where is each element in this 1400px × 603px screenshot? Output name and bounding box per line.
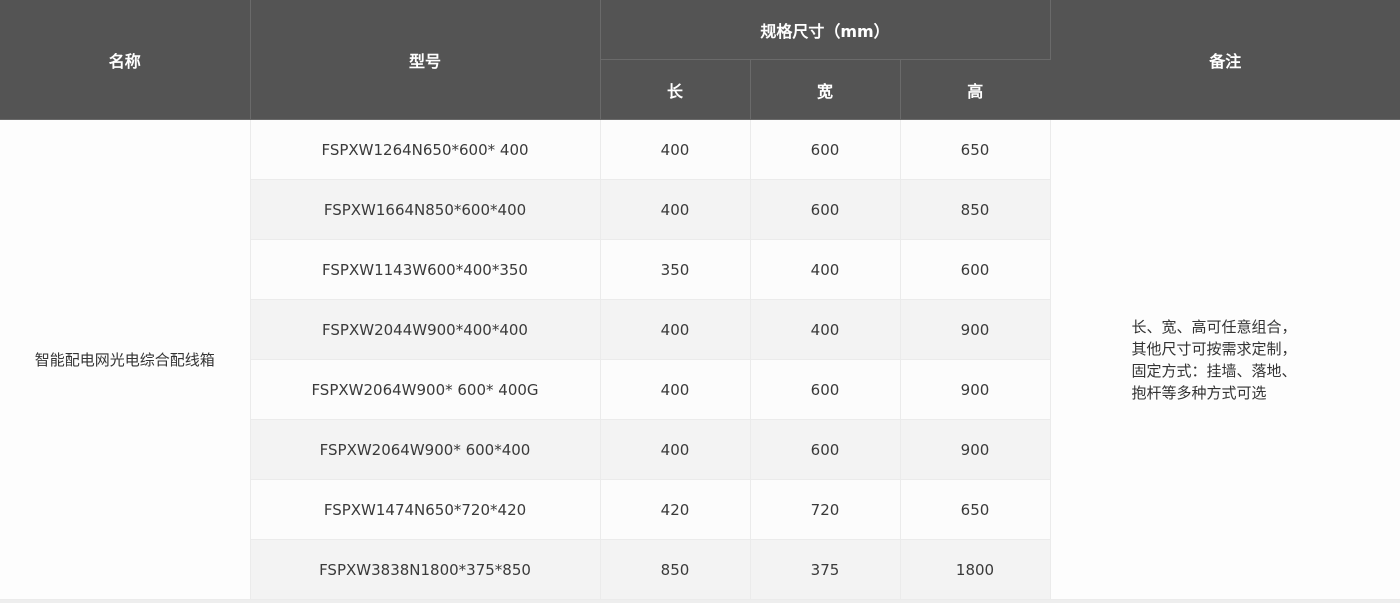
height-cell: 650 [900, 479, 1051, 540]
remark-line: 固定方式：挂墙、落地、 [1131, 361, 1297, 380]
height-cell: 900 [900, 359, 1051, 420]
width-cell: 375 [750, 539, 901, 600]
model-cell: FSPXW1143W600*400*350 [250, 239, 601, 300]
header-width: 宽 [750, 59, 901, 120]
height-cell: 900 [900, 419, 1051, 480]
width-cell: 600 [750, 419, 901, 480]
spec-table: 名称 型号 规格尺寸（mm） 备注 长 宽 高 智能配电网光电综合配线箱 FSP… [0, 0, 1400, 600]
remark-cell: 长、宽、高可任意组合， 其他尺寸可按需求定制， 固定方式：挂墙、落地、 抱杆等多… [1050, 119, 1400, 600]
height-cell: 650 [900, 119, 1051, 180]
header-length: 长 [600, 59, 751, 120]
header-spec: 规格尺寸（mm） [600, 0, 1051, 60]
length-cell: 400 [600, 299, 751, 360]
height-cell: 600 [900, 239, 1051, 300]
remark-text: 长、宽、高可任意组合， 其他尺寸可按需求定制， 固定方式：挂墙、落地、 抱杆等多… [1131, 316, 1296, 404]
length-cell: 420 [600, 479, 751, 540]
width-cell: 600 [750, 119, 901, 180]
table-body: 智能配电网光电综合配线箱 FSPXW1264N650*600* 400 400 … [0, 119, 1400, 600]
height-cell: 1800 [900, 539, 1051, 600]
width-cell: 600 [750, 179, 901, 240]
width-cell: 600 [750, 359, 901, 420]
header-remark: 备注 [1050, 0, 1400, 120]
remark-line: 长、宽、高可任意组合， [1131, 317, 1297, 336]
model-cell: FSPXW1474N650*720*420 [250, 479, 601, 540]
table-header: 名称 型号 规格尺寸（mm） 备注 长 宽 高 [0, 0, 1400, 120]
model-cell: FSPXW2044W900*400*400 [250, 299, 601, 360]
remark-line: 其他尺寸可按需求定制， [1131, 339, 1297, 358]
width-cell: 400 [750, 299, 901, 360]
model-cell: FSPXW3838N1800*375*850 [250, 539, 601, 600]
model-cell: FSPXW1264N650*600* 400 [250, 119, 601, 180]
header-name: 名称 [0, 0, 251, 120]
model-cell: FSPXW2064W900* 600* 400G [250, 359, 601, 420]
length-cell: 400 [600, 419, 751, 480]
model-cell: FSPXW2064W900* 600*400 [250, 419, 601, 480]
width-cell: 720 [750, 479, 901, 540]
length-cell: 350 [600, 239, 751, 300]
length-cell: 400 [600, 179, 751, 240]
table-row: 智能配电网光电综合配线箱 FSPXW1264N650*600* 400 400 … [0, 119, 1400, 600]
length-cell: 400 [600, 119, 751, 180]
width-cell: 400 [750, 239, 901, 300]
remark-line: 抱杆等多种方式可选 [1131, 383, 1267, 402]
length-cell: 850 [600, 539, 751, 600]
height-cell: 850 [900, 179, 1051, 240]
height-cell: 900 [900, 299, 1051, 360]
model-cell: FSPXW1664N850*600*400 [250, 179, 601, 240]
header-row-top: 名称 型号 规格尺寸（mm） 备注 [0, 0, 1400, 120]
length-cell: 400 [600, 359, 751, 420]
header-height: 高 [900, 59, 1050, 120]
product-name-cell: 智能配电网光电综合配线箱 [0, 119, 251, 600]
header-model: 型号 [250, 0, 601, 120]
